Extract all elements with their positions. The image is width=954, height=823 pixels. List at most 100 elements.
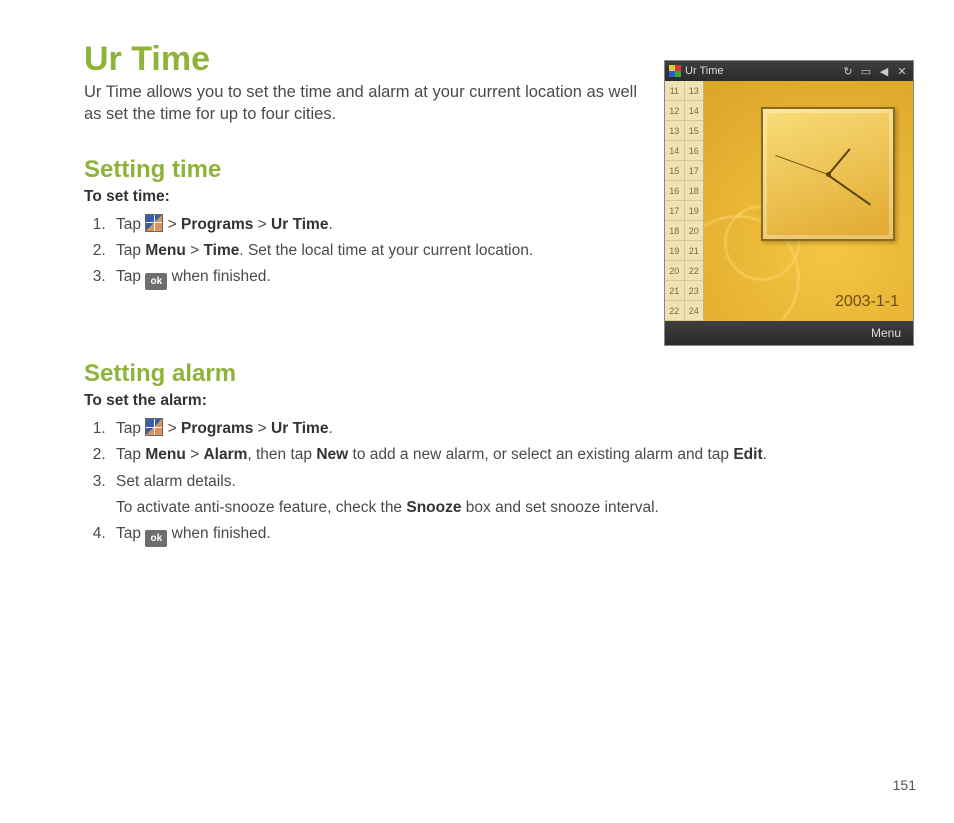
menu-button[interactable]: Menu xyxy=(871,326,901,340)
text: when finished. xyxy=(167,525,270,542)
page-number: 151 xyxy=(893,777,916,793)
steps-set-alarm: Tap > Programs > Ur Time. Tap Menu > Ala… xyxy=(84,416,914,548)
list-cell: 14 xyxy=(665,141,685,160)
step: Set alarm details. To activate anti-snoo… xyxy=(110,469,914,522)
list-row: 2022 xyxy=(665,261,703,281)
list-row: 1113 xyxy=(665,81,703,101)
step: Tap Menu > Alarm, then tap New to add a … xyxy=(110,442,914,468)
text: Tap xyxy=(116,446,145,463)
list-cell: 22 xyxy=(665,301,685,320)
list-cell: 11 xyxy=(665,81,685,100)
list-cell: 17 xyxy=(665,201,685,220)
start-icon xyxy=(145,214,163,232)
subheading-set-alarm: To set the alarm: xyxy=(84,392,914,410)
list-row: 1618 xyxy=(665,181,703,201)
signal-icon: ▭ xyxy=(859,64,873,78)
text: box and set snooze interval. xyxy=(462,499,659,516)
subheading-set-time: To set time: xyxy=(84,188,644,206)
clock-area: 2003-1-1 xyxy=(704,81,913,321)
list-row: 1214 xyxy=(665,101,703,121)
bottom-bar: Menu xyxy=(665,321,913,345)
list-cell: 18 xyxy=(685,181,704,200)
list-cell: 12 xyxy=(665,101,685,120)
separator: > xyxy=(253,216,271,233)
list-cell: 14 xyxy=(685,101,704,120)
bold: Menu xyxy=(145,446,185,463)
text: . xyxy=(763,446,767,463)
list-cell: 23 xyxy=(685,281,704,300)
titlebar: Ur Time ↻ ▭ ◀ ✕ xyxy=(665,61,913,81)
device-screenshot: Ur Time ↻ ▭ ◀ ✕ 111312141315141615171618… xyxy=(664,60,914,346)
bold: Time xyxy=(203,242,239,259)
step: Tap > Programs > Ur Time. xyxy=(110,212,644,238)
list-cell: 21 xyxy=(665,281,685,300)
separator: > xyxy=(163,420,181,437)
list-row: 1921 xyxy=(665,241,703,261)
bold: Edit xyxy=(733,446,762,463)
window-title: Ur Time xyxy=(685,65,724,77)
list-cell: 18 xyxy=(665,221,685,240)
list-row: 2123 xyxy=(665,281,703,301)
ok-icon: ok xyxy=(145,530,167,547)
start-icon xyxy=(145,418,163,436)
start-icon xyxy=(669,65,681,77)
text: . Set the local time at your current loc… xyxy=(239,242,533,259)
list-cell: 21 xyxy=(685,241,704,260)
list-cell: 20 xyxy=(665,261,685,280)
text: , then tap xyxy=(247,446,316,463)
speaker-icon: ◀ xyxy=(877,64,891,78)
text: Tap xyxy=(116,420,145,437)
list-cell: 17 xyxy=(685,161,704,180)
bold: Alarm xyxy=(203,446,247,463)
list-cell: 15 xyxy=(685,121,704,140)
step: Tap > Programs > Ur Time. xyxy=(110,416,914,442)
text: To activate anti-snooze feature, check t… xyxy=(116,499,406,516)
side-list: 1113121413151416151716181719182019212022… xyxy=(665,81,704,321)
step: Tap ok when finished. xyxy=(110,264,644,290)
intro-text: Ur Time allows you to set the time and a… xyxy=(84,81,644,126)
text: . xyxy=(328,420,332,437)
text: to add a new alarm, or select an existin… xyxy=(348,446,733,463)
separator: > xyxy=(253,420,271,437)
text: . xyxy=(328,216,332,233)
list-cell: 16 xyxy=(665,181,685,200)
bold: Programs xyxy=(181,420,253,437)
separator: > xyxy=(186,242,204,259)
separator: > xyxy=(186,446,204,463)
list-row: 1315 xyxy=(665,121,703,141)
text: Tap xyxy=(116,268,145,285)
list-row: 2224 xyxy=(665,301,703,321)
separator: > xyxy=(163,216,181,233)
list-cell: 19 xyxy=(685,201,704,220)
bold: Snooze xyxy=(406,499,461,516)
list-row: 1517 xyxy=(665,161,703,181)
list-cell: 19 xyxy=(665,241,685,260)
list-cell: 13 xyxy=(685,81,704,100)
bold: Programs xyxy=(181,216,253,233)
page-title: Ur Time xyxy=(84,40,644,79)
bold: Ur Time xyxy=(271,216,328,233)
text: Tap xyxy=(116,216,145,233)
list-row: 1416 xyxy=(665,141,703,161)
date-label: 2003-1-1 xyxy=(835,293,899,311)
list-row: 1820 xyxy=(665,221,703,241)
list-cell: 15 xyxy=(665,161,685,180)
list-cell: 16 xyxy=(685,141,704,160)
step: Tap Menu > Time. Set the local time at y… xyxy=(110,238,644,264)
text: Tap xyxy=(116,242,145,259)
list-cell: 20 xyxy=(685,221,704,240)
analog-clock xyxy=(761,107,895,241)
steps-set-time: Tap > Programs > Ur Time. Tap Menu > Tim… xyxy=(84,212,644,291)
text: Tap xyxy=(116,525,145,542)
ok-icon: ok xyxy=(145,273,167,290)
heading-setting-time: Setting time xyxy=(84,156,644,184)
sync-icon: ↻ xyxy=(841,64,855,78)
step: Tap ok when finished. xyxy=(110,521,914,547)
list-cell: 13 xyxy=(665,121,685,140)
bold: Menu xyxy=(145,242,185,259)
close-icon: ✕ xyxy=(895,64,909,78)
list-row: 1719 xyxy=(665,201,703,221)
text: Set alarm details. xyxy=(116,473,236,490)
list-cell: 22 xyxy=(685,261,704,280)
heading-setting-alarm: Setting alarm xyxy=(84,360,914,388)
